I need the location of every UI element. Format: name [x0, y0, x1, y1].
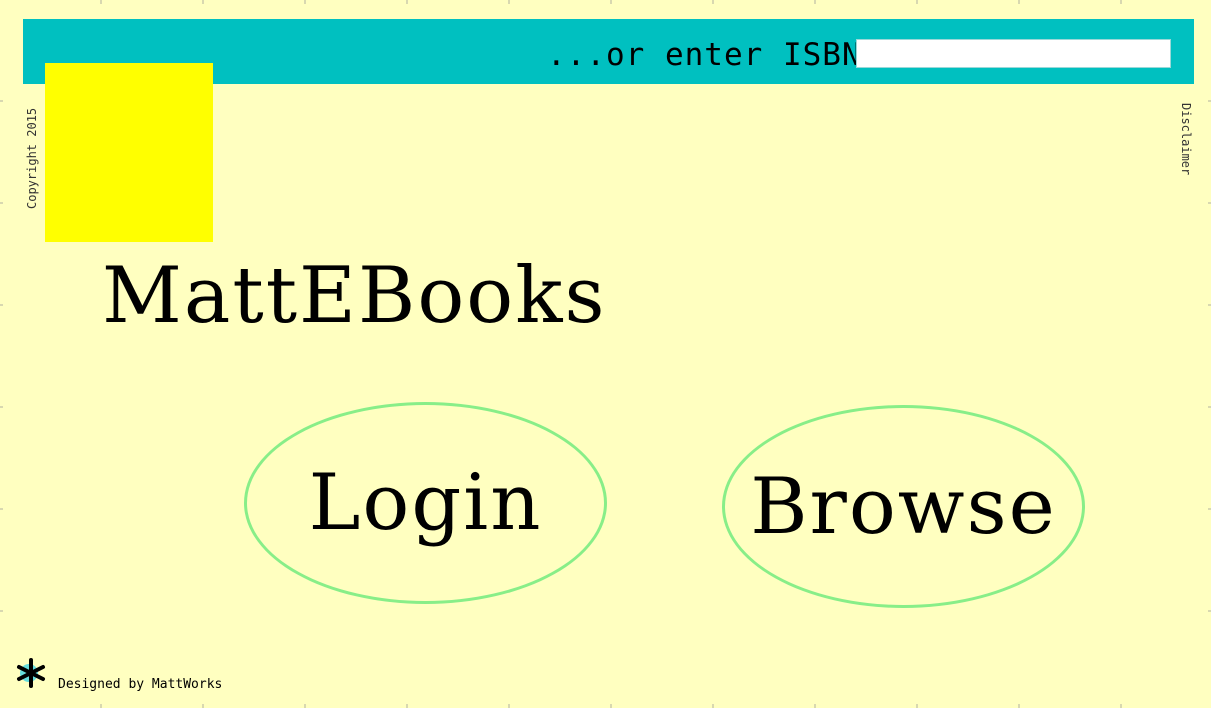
edge-ticks-left — [0, 0, 3, 708]
site-title: MattEBooks — [102, 251, 607, 341]
logo-square — [45, 63, 213, 242]
login-button-label: Login — [308, 458, 543, 548]
page: ...or enter ISBN: Copyright 2015 Disclai… — [0, 0, 1211, 708]
edge-ticks-top — [0, 0, 1211, 4]
asterisk-icon — [17, 658, 45, 688]
edge-ticks-bottom — [0, 704, 1211, 708]
browse-button[interactable]: Browse — [722, 405, 1085, 608]
disclaimer-link[interactable]: Disclaimer — [1177, 103, 1193, 175]
copyright-text: Copyright 2015 — [25, 108, 39, 210]
isbn-input[interactable] — [856, 39, 1171, 68]
browse-button-label: Browse — [750, 461, 1057, 552]
footer-credit: Designed by MattWorks — [58, 677, 223, 692]
isbn-label: ...or enter ISBN: — [547, 37, 882, 73]
login-button[interactable]: Login — [244, 402, 607, 604]
